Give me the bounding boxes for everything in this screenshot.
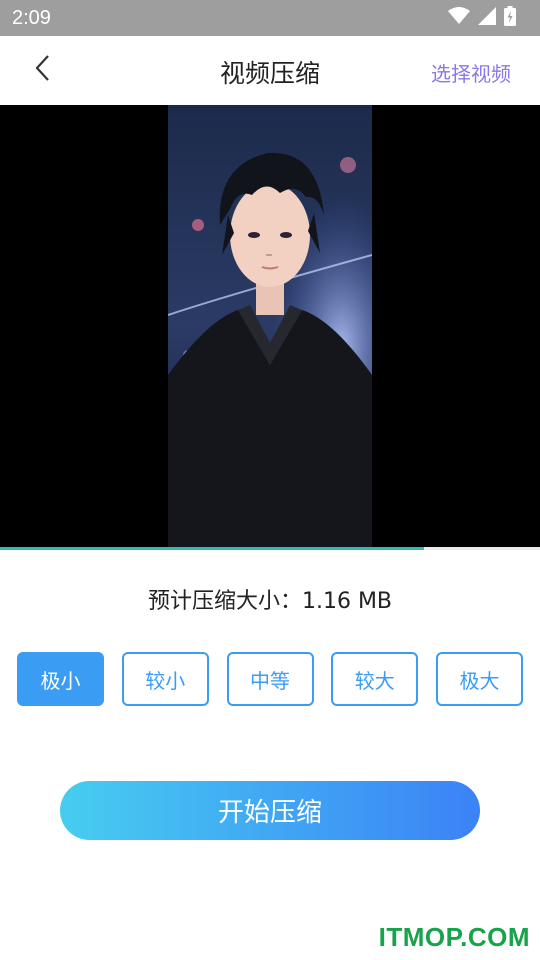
video-thumbnail [168,105,372,548]
status-time: 2:09 [12,6,51,29]
app-bar: 视频压缩 选择视频 [0,36,540,105]
watermark: ITMOP.COM [378,922,530,952]
start-compress-button[interactable]: 开始压缩 [60,781,480,840]
signal-icon [478,7,496,29]
option-large[interactable]: 较大 [331,652,419,706]
wifi-icon [448,7,470,29]
status-icons [448,6,516,30]
playback-progress-bar[interactable] [0,547,540,550]
video-frame-image [168,105,372,548]
estimated-size-label: 预计压缩大小：1.16 MB [147,589,393,614]
select-video-button[interactable]: 选择视频 [431,58,511,87]
option-extra-large[interactable]: 极大 [436,652,523,706]
compression-level-options: 极小 较小 中等 较大 极大 [17,652,523,706]
status-bar: 2:09 [0,0,540,36]
battery-icon [504,6,516,30]
option-medium[interactable]: 中等 [226,652,314,706]
video-preview[interactable] [0,105,540,548]
option-extra-small[interactable]: 极小 [17,652,104,706]
option-small[interactable]: 较小 [121,652,209,706]
playback-progress-fill [0,547,425,550]
